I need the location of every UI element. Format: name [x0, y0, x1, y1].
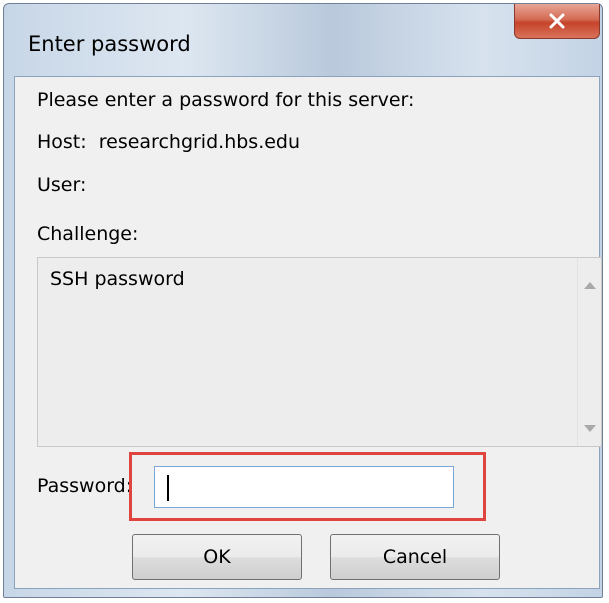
host-text: Host: researchgrid.hbs.edu — [37, 131, 301, 153]
cancel-button[interactable]: Cancel — [330, 534, 500, 580]
challenge-label: Challenge: — [37, 223, 139, 245]
prompt-text: Please enter a password for this server: — [37, 89, 415, 111]
challenge-textarea[interactable]: SSH password — [37, 257, 602, 447]
password-label: Password: — [37, 475, 133, 497]
close-icon — [549, 13, 565, 29]
password-dialog: Enter password Please enter a password f… — [3, 3, 603, 598]
user-text: User: — [37, 174, 87, 196]
scroll-up-arrow-icon[interactable] — [584, 282, 596, 289]
scroll-down-arrow-icon[interactable] — [584, 425, 596, 432]
close-button[interactable] — [514, 4, 600, 39]
text-caret — [167, 475, 169, 501]
challenge-scrollbar[interactable] — [577, 258, 601, 446]
dialog-body: Please enter a password for this server:… — [14, 76, 602, 589]
challenge-text: SSH password — [50, 268, 185, 290]
window-title: Enter password — [28, 32, 191, 56]
ok-button[interactable]: OK — [132, 534, 302, 580]
password-input[interactable] — [154, 466, 454, 508]
